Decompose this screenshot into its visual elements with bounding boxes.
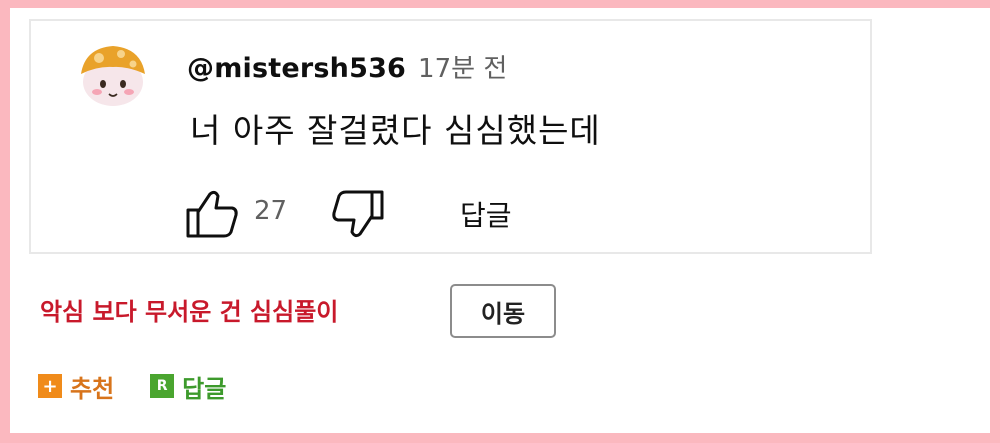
comment-timestamp[interactable]: 17분 전	[418, 48, 507, 85]
like-button[interactable]	[184, 188, 240, 240]
comment-actions: 27 답글	[184, 188, 584, 240]
comment-header: @mistersh536 17분 전	[187, 48, 507, 88]
mushroom-avatar-icon[interactable]	[75, 40, 151, 110]
recommend-button[interactable]: + 추천	[38, 369, 114, 404]
recommend-label: 추천	[70, 374, 115, 403]
plus-icon: +	[38, 374, 62, 398]
reply-r-icon: R	[150, 374, 175, 398]
caption-text: 악심 보다 무서운 건 심심풀이	[40, 298, 339, 326]
like-count: 27	[254, 196, 288, 226]
thumbs-up-icon	[186, 190, 238, 238]
dislike-button[interactable]	[330, 188, 386, 240]
comment-text: 너 아주 잘걸렸다 심심했는데	[190, 111, 601, 150]
thumbs-down-icon	[332, 190, 384, 238]
reply-link-label: 답글	[182, 374, 227, 403]
reply-link[interactable]: R 답글	[150, 369, 226, 404]
comment-author-handle[interactable]: @mistersh536	[187, 53, 406, 84]
bottom-action-bar: + 추천 R 답글	[38, 369, 262, 404]
move-button[interactable]: 이동	[450, 284, 556, 338]
reply-button[interactable]: 답글	[460, 194, 512, 234]
